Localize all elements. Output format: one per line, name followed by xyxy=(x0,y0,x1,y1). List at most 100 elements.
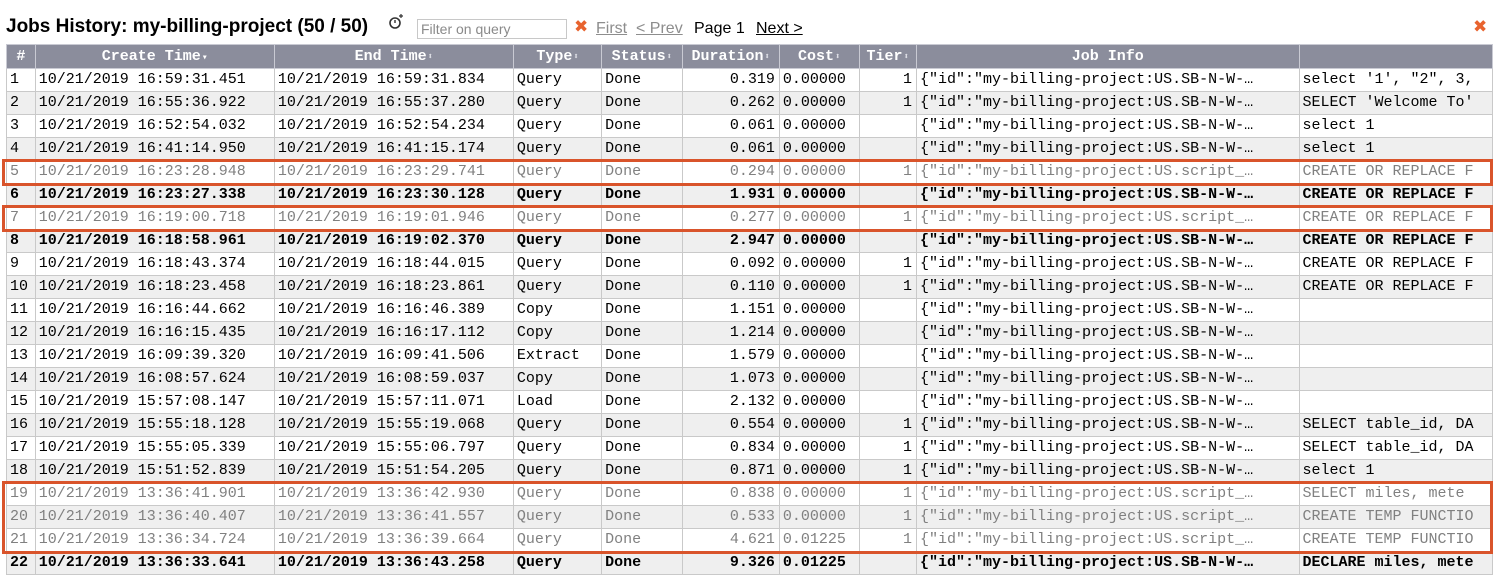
cell-end-time: 10/21/2019 13:36:39.664 xyxy=(273,528,514,552)
cell-duration: 1.151 xyxy=(681,298,780,322)
page-indicator: Page 1 xyxy=(694,20,745,37)
cell-end-time: 10/21/2019 13:36:42.930 xyxy=(273,482,514,506)
cell-status: Done xyxy=(601,68,683,92)
table-row[interactable]: 7 10/21/2019 16:19:00.718 10/21/2019 16:19… xyxy=(6,206,1493,230)
table-row[interactable]: 2 10/21/2019 16:55:36.922 10/21/2019 16:55… xyxy=(6,91,1493,115)
column-header-status[interactable]: Status⬍ xyxy=(601,44,683,69)
cell-status: Done xyxy=(601,229,683,253)
column-header-duration[interactable]: Duration⬍ xyxy=(681,44,780,69)
cell-query: CREATE OR REPLACE F xyxy=(1298,183,1493,207)
cell-row-number: 11 xyxy=(6,298,36,322)
cell-create-time: 10/21/2019 16:18:23.458 xyxy=(34,275,275,299)
cell-query xyxy=(1298,367,1493,391)
cell-status: Done xyxy=(601,459,683,483)
table-row[interactable]: 18 10/21/2019 15:51:52.839 10/21/2019 15:5… xyxy=(6,459,1493,483)
cell-cost: 0.00000 xyxy=(778,482,860,506)
table-row[interactable]: 4 10/21/2019 16:41:14.950 10/21/2019 16:41… xyxy=(6,137,1493,161)
table-row[interactable]: 21 10/21/2019 13:36:34.724 10/21/2019 13:3… xyxy=(6,528,1493,552)
cell-duration: 0.838 xyxy=(681,482,780,506)
table-row[interactable]: 20 10/21/2019 13:36:40.407 10/21/2019 13:3… xyxy=(6,505,1493,529)
cell-job-info: {"id":"my-billing-project:US.SB-N-W-… xyxy=(916,344,1300,368)
cell-query: CREATE OR REPLACE F xyxy=(1298,252,1493,276)
cell-duration: 0.061 xyxy=(681,137,780,161)
cell-query: CREATE TEMP FUNCTIO xyxy=(1298,528,1493,552)
clear-filter-icon[interactable]: ✖ xyxy=(574,17,588,37)
next-page-link[interactable]: Next > xyxy=(756,20,803,38)
cell-create-time: 10/21/2019 16:52:54.032 xyxy=(34,114,275,138)
cell-cost: 0.00000 xyxy=(778,275,860,299)
table-row[interactable]: 11 10/21/2019 16:16:44.662 10/21/2019 16:1… xyxy=(6,298,1493,322)
cell-duration: 0.834 xyxy=(681,436,780,460)
cell-end-time: 10/21/2019 13:36:41.557 xyxy=(273,505,514,529)
cell-create-time: 10/21/2019 16:23:27.338 xyxy=(34,183,275,207)
column-header-label: Type xyxy=(536,48,573,65)
sort-icon: ⬍ xyxy=(835,52,841,62)
column-header-label: # xyxy=(16,48,26,65)
cell-create-time: 10/21/2019 15:55:18.128 xyxy=(34,413,275,437)
table-row[interactable]: 5 10/21/2019 16:23:28.948 10/21/2019 16:23… xyxy=(6,160,1493,184)
table-row[interactable]: 9 10/21/2019 16:18:43.374 10/21/2019 16:18… xyxy=(6,252,1493,276)
cell-job-info: {"id":"my-billing-project:US.script_… xyxy=(916,160,1300,184)
column-header-cost[interactable]: Cost⬍ xyxy=(778,44,860,69)
column-header-end-time[interactable]: End Time⬍ xyxy=(273,44,514,69)
column-header-label: Cost xyxy=(797,48,834,65)
column-header-label: Tier xyxy=(866,48,903,65)
cell-query: SELECT 'Welcome To' xyxy=(1298,91,1493,115)
cell-type: Query xyxy=(512,91,603,115)
cell-tier xyxy=(858,114,918,138)
cell-duration: 0.294 xyxy=(681,160,780,184)
cell-cost: 0.00000 xyxy=(778,390,860,414)
cell-cost: 0.00000 xyxy=(778,367,860,391)
prev-page-link[interactable]: < Prev xyxy=(636,20,683,38)
cell-create-time: 10/21/2019 16:41:14.950 xyxy=(34,137,275,161)
cell-create-time: 10/21/2019 16:55:36.922 xyxy=(34,91,275,115)
table-row[interactable]: 19 10/21/2019 13:36:41.901 10/21/2019 13:3… xyxy=(6,482,1493,506)
cell-job-info: {"id":"my-billing-project:US.SB-N-W-… xyxy=(916,229,1300,253)
cell-create-time: 10/21/2019 15:55:05.339 xyxy=(34,436,275,460)
table-row[interactable]: 12 10/21/2019 16:16:15.435 10/21/2019 16:1… xyxy=(6,321,1493,345)
column-header-type[interactable]: Type⬍ xyxy=(512,44,603,69)
table-row[interactable]: 15 10/21/2019 15:57:08.147 10/21/2019 15:5… xyxy=(6,390,1493,414)
cell-job-info: {"id":"my-billing-project:US.SB-N-W-… xyxy=(916,114,1300,138)
filter-input[interactable] xyxy=(417,19,567,39)
cell-job-info: {"id":"my-billing-project:US.SB-N-W-… xyxy=(916,551,1300,575)
cell-row-number: 14 xyxy=(6,367,36,391)
table-row[interactable]: 22 10/21/2019 13:36:33.641 10/21/2019 13:3… xyxy=(6,551,1493,575)
cell-cost: 0.00000 xyxy=(778,344,860,368)
cell-job-info: {"id":"my-billing-project:US.SB-N-W-… xyxy=(916,183,1300,207)
table-row[interactable]: 13 10/21/2019 16:09:39.320 10/21/2019 16:0… xyxy=(6,344,1493,368)
cell-end-time: 10/21/2019 16:23:30.128 xyxy=(273,183,514,207)
page-title: Jobs History: my-billing-project (50 / 5… xyxy=(6,16,369,37)
sort-icon: ⬍ xyxy=(573,52,579,62)
column-header-label: Status xyxy=(611,48,666,65)
table-row[interactable]: 14 10/21/2019 16:08:57.624 10/21/2019 16:0… xyxy=(6,367,1493,391)
cell-row-number: 13 xyxy=(6,344,36,368)
cell-end-time: 10/21/2019 16:18:23.861 xyxy=(273,275,514,299)
cell-row-number: 4 xyxy=(6,137,36,161)
table-row[interactable]: 10 10/21/2019 16:18:23.458 10/21/2019 16:1… xyxy=(6,275,1493,299)
column-header-tier[interactable]: Tier⬍ xyxy=(858,44,918,69)
close-icon[interactable]: ✖ xyxy=(1473,17,1487,37)
cell-status: Done xyxy=(601,321,683,345)
cell-row-number: 7 xyxy=(6,206,36,230)
table-row[interactable]: 16 10/21/2019 15:55:18.128 10/21/2019 15:5… xyxy=(6,413,1493,437)
cell-type: Query xyxy=(512,413,603,437)
table-row[interactable]: 17 10/21/2019 15:55:05.339 10/21/2019 15:5… xyxy=(6,436,1493,460)
table-row[interactable]: 1 10/21/2019 16:59:31.451 10/21/2019 16:59… xyxy=(6,68,1493,92)
column-header-row-number: # xyxy=(6,44,36,69)
cell-create-time: 10/21/2019 15:57:08.147 xyxy=(34,390,275,414)
cell-row-number: 20 xyxy=(6,505,36,529)
cell-end-time: 10/21/2019 16:09:41.506 xyxy=(273,344,514,368)
table-row[interactable]: 3 10/21/2019 16:52:54.032 10/21/2019 16:52… xyxy=(6,114,1493,138)
column-header-create-time[interactable]: Create Time▾ xyxy=(34,44,275,69)
table-row[interactable]: 6 10/21/2019 16:23:27.338 10/21/2019 16:23… xyxy=(6,183,1493,207)
table-row[interactable]: 8 10/21/2019 16:18:58.961 10/21/2019 16:19… xyxy=(6,229,1493,253)
cell-duration: 0.110 xyxy=(681,275,780,299)
cell-status: Done xyxy=(601,252,683,276)
refresh-icon[interactable] xyxy=(388,14,404,30)
cell-duration: 0.533 xyxy=(681,505,780,529)
cell-duration: 2.947 xyxy=(681,229,780,253)
cell-row-number: 16 xyxy=(6,413,36,437)
cell-create-time: 10/21/2019 13:36:41.901 xyxy=(34,482,275,506)
first-page-link[interactable]: First xyxy=(596,20,627,38)
